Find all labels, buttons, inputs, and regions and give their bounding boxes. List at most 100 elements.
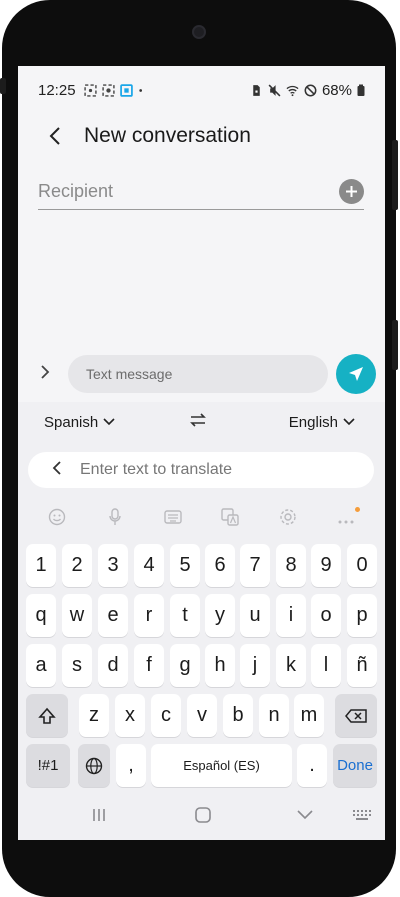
translate-input[interactable]: Enter text to translate: [28, 452, 374, 488]
key-f[interactable]: f: [134, 644, 164, 687]
bottom-letter-row: z x c v b n m: [18, 694, 385, 737]
keyboard-toolbar: [18, 502, 385, 536]
phone-frame: 12:25 68% New conversation Recipient Tex…: [0, 0, 398, 897]
swap-icon: [190, 412, 207, 427]
globe-icon: [85, 757, 103, 774]
key-e[interactable]: e: [98, 594, 128, 637]
source-language-label: Spanish: [44, 413, 99, 431]
mute-icon: [268, 84, 281, 96]
recipient-field[interactable]: Recipient: [38, 174, 364, 210]
mic-icon[interactable]: [101, 507, 129, 531]
key-z[interactable]: z: [79, 694, 109, 737]
emoji-icon[interactable]: [43, 508, 71, 531]
settings-icon[interactable]: [274, 508, 302, 531]
comma-key[interactable]: ,: [116, 744, 146, 787]
key-x[interactable]: x: [115, 694, 145, 737]
plus-icon: [346, 186, 357, 197]
target-language-label: English: [288, 413, 338, 431]
key-o[interactable]: o: [311, 594, 341, 637]
screenshot-icon: [83, 83, 97, 97]
battery-icon: [357, 84, 365, 96]
keyboard-icon: [353, 809, 371, 820]
language-key[interactable]: [78, 744, 110, 787]
wifi-icon: [286, 85, 299, 96]
key-1[interactable]: 1: [26, 544, 56, 587]
keyboard-switch-button[interactable]: [352, 808, 372, 827]
key-g[interactable]: g: [170, 644, 200, 687]
backspace-icon: [345, 708, 367, 723]
key-3[interactable]: 3: [98, 544, 128, 587]
key-v[interactable]: v: [187, 694, 217, 737]
key-7[interactable]: 7: [240, 544, 270, 587]
key-c[interactable]: c: [151, 694, 181, 737]
clipboard-icon[interactable]: [159, 509, 187, 530]
cast-icon: [119, 83, 133, 97]
key-w[interactable]: w: [62, 594, 92, 637]
translate-back-button[interactable]: [52, 459, 62, 482]
key-4[interactable]: 4: [134, 544, 164, 587]
space-key[interactable]: Español (ES): [151, 744, 292, 787]
key-n[interactable]: n: [259, 694, 289, 737]
key-6[interactable]: 6: [205, 544, 235, 587]
key-d[interactable]: d: [98, 644, 128, 687]
number-row: 1 2 3 4 5 6 7 8 9 0: [18, 544, 385, 587]
swap-languages-button[interactable]: [189, 412, 207, 433]
message-composer: Text message: [18, 350, 385, 398]
chevron-down-icon: [343, 418, 355, 426]
send-button[interactable]: [336, 354, 376, 394]
chevron-left-icon: [52, 460, 61, 475]
home-row: a s d f g h j k l ñ: [18, 644, 385, 687]
key-y[interactable]: y: [205, 594, 235, 637]
message-placeholder: Text message: [86, 366, 173, 382]
recent-apps-icon: [93, 808, 105, 821]
translate-icon[interactable]: [216, 507, 244, 531]
notification-dot: [355, 506, 361, 512]
recent-apps-button[interactable]: [91, 807, 107, 828]
volume-button: [392, 140, 398, 210]
done-key[interactable]: Done: [333, 744, 377, 787]
source-language-select[interactable]: Spanish: [44, 414, 115, 431]
key-q[interactable]: q: [26, 594, 56, 637]
key-b[interactable]: b: [223, 694, 253, 737]
period-key[interactable]: .: [297, 744, 327, 787]
key-i[interactable]: i: [276, 594, 306, 637]
key-j[interactable]: j: [240, 644, 270, 687]
key-n-tilde[interactable]: ñ: [347, 644, 377, 687]
add-recipient-button[interactable]: [339, 179, 364, 204]
chevron-right-icon: [41, 364, 50, 379]
screen-record-icon: [101, 83, 115, 97]
key-a[interactable]: a: [26, 644, 56, 687]
key-u[interactable]: u: [240, 594, 270, 637]
hide-keyboard-button[interactable]: [296, 808, 314, 826]
target-language-select[interactable]: English: [289, 414, 355, 431]
key-9[interactable]: 9: [311, 544, 341, 587]
symbols-key[interactable]: !#1: [26, 744, 70, 787]
shift-icon: [38, 707, 56, 724]
send-icon: [349, 367, 363, 381]
expand-attachments-button[interactable]: [40, 364, 60, 385]
key-2[interactable]: 2: [62, 544, 92, 587]
key-m[interactable]: m: [294, 694, 324, 737]
key-s[interactable]: s: [62, 644, 92, 687]
key-0[interactable]: 0: [347, 544, 377, 587]
backspace-key[interactable]: [335, 694, 377, 737]
message-input[interactable]: Text message: [68, 355, 328, 393]
more-icon[interactable]: [332, 506, 361, 530]
key-8[interactable]: 8: [276, 544, 306, 587]
key-p[interactable]: p: [347, 594, 377, 637]
battery-percent: 68%: [321, 81, 352, 99]
key-r[interactable]: r: [134, 594, 164, 637]
sim-lock-icon: [253, 84, 260, 96]
chevron-down-icon: [297, 810, 313, 820]
shift-key[interactable]: [26, 694, 68, 737]
navigation-bar: [18, 794, 385, 840]
home-button[interactable]: [194, 806, 212, 829]
key-l[interactable]: l: [311, 644, 341, 687]
key-k[interactable]: k: [276, 644, 306, 687]
key-5[interactable]: 5: [170, 544, 200, 587]
chevron-down-icon: [103, 418, 115, 426]
side-key-left: [0, 78, 6, 94]
back-button[interactable]: [40, 121, 70, 151]
key-t[interactable]: t: [170, 594, 200, 637]
key-h[interactable]: h: [205, 644, 235, 687]
